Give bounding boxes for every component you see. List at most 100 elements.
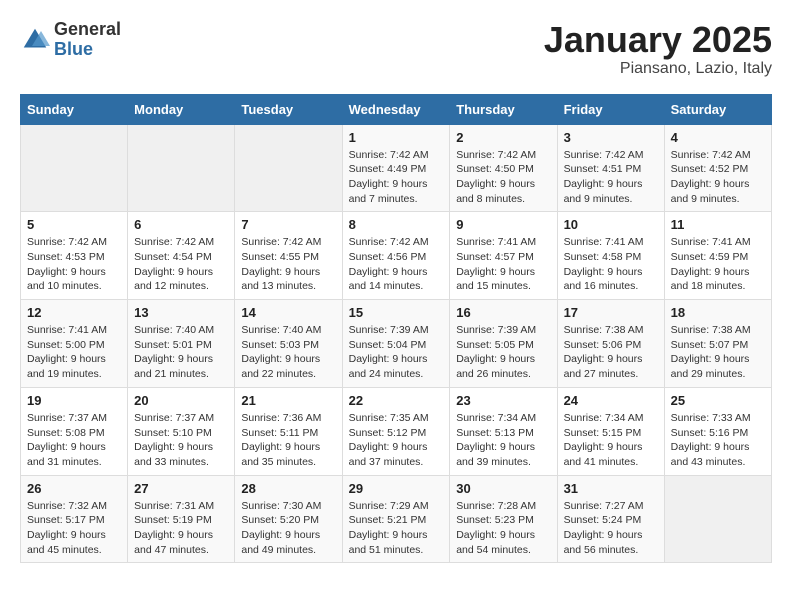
weekday-header-wednesday: Wednesday xyxy=(342,94,450,124)
day-info: Sunrise: 7:41 AM Sunset: 4:57 PM Dayligh… xyxy=(456,235,550,294)
calendar-cell: 18Sunrise: 7:38 AM Sunset: 5:07 PM Dayli… xyxy=(664,300,771,388)
calendar-cell: 2 Sunrise: 7:42 AM Sunset: 4:50 PM Daylig… xyxy=(450,124,557,212)
calendar-header: SundayMondayTuesdayWednesdayThursdayFrid… xyxy=(21,94,772,124)
calendar-cell xyxy=(128,124,235,212)
calendar-cell: 27Sunrise: 7:31 AM Sunset: 5:19 PM Dayli… xyxy=(128,475,235,563)
day-number: 3 xyxy=(564,130,658,145)
day-number: 28 xyxy=(241,481,335,496)
day-info: Sunrise: 7:42 AM Sunset: 4:51 PM Dayligh… xyxy=(564,148,658,207)
day-number: 29 xyxy=(349,481,444,496)
calendar-cell: 23 Sunrise: 7:34 AM Sunset: 5:13 PM Dayli… xyxy=(450,387,557,475)
calendar-cell: 12 Sunrise: 7:41 AM Sunset: 5:00 PM Dayli… xyxy=(21,300,128,388)
calendar-cell: 9 Sunrise: 7:41 AM Sunset: 4:57 PM Daylig… xyxy=(450,212,557,300)
day-info: Sunrise: 7:34 AM Sunset: 5:13 PM Dayligh… xyxy=(456,411,550,470)
weekday-header-sunday: Sunday xyxy=(21,94,128,124)
logo-text: General Blue xyxy=(54,20,121,60)
day-number: 10 xyxy=(564,217,658,232)
calendar-cell: 8 Sunrise: 7:42 AM Sunset: 4:56 PM Daylig… xyxy=(342,212,450,300)
calendar-week-5: 26 Sunrise: 7:32 AM Sunset: 5:17 PM Dayli… xyxy=(21,475,772,563)
weekday-header-friday: Friday xyxy=(557,94,664,124)
calendar-cell: 1 Sunrise: 7:42 AM Sunset: 4:49 PM Daylig… xyxy=(342,124,450,212)
month-title: January 2025 xyxy=(544,20,772,60)
calendar-cell: 14Sunrise: 7:40 AM Sunset: 5:03 PM Dayli… xyxy=(235,300,342,388)
day-info: Sunrise: 7:39 AM Sunset: 5:04 PM Dayligh… xyxy=(349,323,444,382)
day-info: Sunrise: 7:31 AM Sunset: 5:19 PM Dayligh… xyxy=(134,499,228,558)
day-number: 13 xyxy=(134,305,228,320)
day-info: Sunrise: 7:42 AM Sunset: 4:53 PM Dayligh… xyxy=(27,235,121,294)
day-number: 16 xyxy=(456,305,550,320)
day-number: 4 xyxy=(671,130,765,145)
day-info: Sunrise: 7:33 AM Sunset: 5:16 PM Dayligh… xyxy=(671,411,765,470)
day-info: Sunrise: 7:42 AM Sunset: 4:52 PM Dayligh… xyxy=(671,148,765,207)
day-info: Sunrise: 7:28 AM Sunset: 5:23 PM Dayligh… xyxy=(456,499,550,558)
day-number: 7 xyxy=(241,217,335,232)
logo-icon xyxy=(20,25,50,55)
day-number: 8 xyxy=(349,217,444,232)
calendar-cell: 30 Sunrise: 7:28 AM Sunset: 5:23 PM Dayli… xyxy=(450,475,557,563)
day-number: 5 xyxy=(27,217,121,232)
calendar-cell: 4 Sunrise: 7:42 AM Sunset: 4:52 PM Daylig… xyxy=(664,124,771,212)
page-header: General Blue January 2025 Piansano, Lazi… xyxy=(20,20,772,78)
calendar-cell: 3 Sunrise: 7:42 AM Sunset: 4:51 PM Daylig… xyxy=(557,124,664,212)
calendar-cell: 15 Sunrise: 7:39 AM Sunset: 5:04 PM Dayli… xyxy=(342,300,450,388)
weekday-header-monday: Monday xyxy=(128,94,235,124)
calendar-cell: 21 Sunrise: 7:36 AM Sunset: 5:11 PM Dayli… xyxy=(235,387,342,475)
calendar-cell: 31 Sunrise: 7:27 AM Sunset: 5:24 PM Dayli… xyxy=(557,475,664,563)
logo-blue: Blue xyxy=(54,40,121,60)
day-number: 19 xyxy=(27,393,121,408)
day-number: 2 xyxy=(456,130,550,145)
logo-general: General xyxy=(54,20,121,40)
calendar-cell: 11Sunrise: 7:41 AM Sunset: 4:59 PM Dayli… xyxy=(664,212,771,300)
day-info: Sunrise: 7:40 AM Sunset: 5:01 PM Dayligh… xyxy=(134,323,228,382)
day-number: 11 xyxy=(671,217,765,232)
day-number: 30 xyxy=(456,481,550,496)
calendar-cell: 5 Sunrise: 7:42 AM Sunset: 4:53 PM Daylig… xyxy=(21,212,128,300)
calendar-cell: 20Sunrise: 7:37 AM Sunset: 5:10 PM Dayli… xyxy=(128,387,235,475)
day-number: 31 xyxy=(564,481,658,496)
weekday-header-thursday: Thursday xyxy=(450,94,557,124)
weekday-header-row: SundayMondayTuesdayWednesdayThursdayFrid… xyxy=(21,94,772,124)
calendar-cell xyxy=(664,475,771,563)
day-number: 18 xyxy=(671,305,765,320)
day-info: Sunrise: 7:42 AM Sunset: 4:56 PM Dayligh… xyxy=(349,235,444,294)
day-number: 15 xyxy=(349,305,444,320)
day-number: 17 xyxy=(564,305,658,320)
calendar-cell: 29Sunrise: 7:29 AM Sunset: 5:21 PM Dayli… xyxy=(342,475,450,563)
calendar-cell: 25Sunrise: 7:33 AM Sunset: 5:16 PM Dayli… xyxy=(664,387,771,475)
day-info: Sunrise: 7:39 AM Sunset: 5:05 PM Dayligh… xyxy=(456,323,550,382)
day-info: Sunrise: 7:35 AM Sunset: 5:12 PM Dayligh… xyxy=(349,411,444,470)
calendar-cell xyxy=(235,124,342,212)
day-number: 23 xyxy=(456,393,550,408)
title-block: January 2025 Piansano, Lazio, Italy xyxy=(544,20,772,78)
calendar-cell: 22Sunrise: 7:35 AM Sunset: 5:12 PM Dayli… xyxy=(342,387,450,475)
calendar-week-1: 1 Sunrise: 7:42 AM Sunset: 4:49 PM Daylig… xyxy=(21,124,772,212)
logo: General Blue xyxy=(20,20,121,60)
day-info: Sunrise: 7:36 AM Sunset: 5:11 PM Dayligh… xyxy=(241,411,335,470)
day-number: 9 xyxy=(456,217,550,232)
day-number: 20 xyxy=(134,393,228,408)
location-title: Piansano, Lazio, Italy xyxy=(544,60,772,78)
day-info: Sunrise: 7:38 AM Sunset: 5:06 PM Dayligh… xyxy=(564,323,658,382)
calendar-week-3: 12 Sunrise: 7:41 AM Sunset: 5:00 PM Dayli… xyxy=(21,300,772,388)
day-number: 12 xyxy=(27,305,121,320)
calendar-cell: 13 Sunrise: 7:40 AM Sunset: 5:01 PM Dayli… xyxy=(128,300,235,388)
day-info: Sunrise: 7:32 AM Sunset: 5:17 PM Dayligh… xyxy=(27,499,121,558)
day-number: 26 xyxy=(27,481,121,496)
calendar-cell: 7Sunrise: 7:42 AM Sunset: 4:55 PM Daylig… xyxy=(235,212,342,300)
calendar-cell: 10Sunrise: 7:41 AM Sunset: 4:58 PM Dayli… xyxy=(557,212,664,300)
calendar-cell: 6Sunrise: 7:42 AM Sunset: 4:54 PM Daylig… xyxy=(128,212,235,300)
day-info: Sunrise: 7:42 AM Sunset: 4:49 PM Dayligh… xyxy=(349,148,444,207)
calendar-cell: 26 Sunrise: 7:32 AM Sunset: 5:17 PM Dayli… xyxy=(21,475,128,563)
calendar-week-4: 19 Sunrise: 7:37 AM Sunset: 5:08 PM Dayli… xyxy=(21,387,772,475)
day-info: Sunrise: 7:27 AM Sunset: 5:24 PM Dayligh… xyxy=(564,499,658,558)
day-info: Sunrise: 7:42 AM Sunset: 4:50 PM Dayligh… xyxy=(456,148,550,207)
calendar-week-2: 5 Sunrise: 7:42 AM Sunset: 4:53 PM Daylig… xyxy=(21,212,772,300)
day-info: Sunrise: 7:34 AM Sunset: 5:15 PM Dayligh… xyxy=(564,411,658,470)
day-number: 21 xyxy=(241,393,335,408)
calendar-cell: 19 Sunrise: 7:37 AM Sunset: 5:08 PM Dayli… xyxy=(21,387,128,475)
day-info: Sunrise: 7:37 AM Sunset: 5:08 PM Dayligh… xyxy=(27,411,121,470)
day-info: Sunrise: 7:41 AM Sunset: 5:00 PM Dayligh… xyxy=(27,323,121,382)
day-number: 24 xyxy=(564,393,658,408)
day-number: 1 xyxy=(349,130,444,145)
calendar-body: 1 Sunrise: 7:42 AM Sunset: 4:49 PM Daylig… xyxy=(21,124,772,563)
